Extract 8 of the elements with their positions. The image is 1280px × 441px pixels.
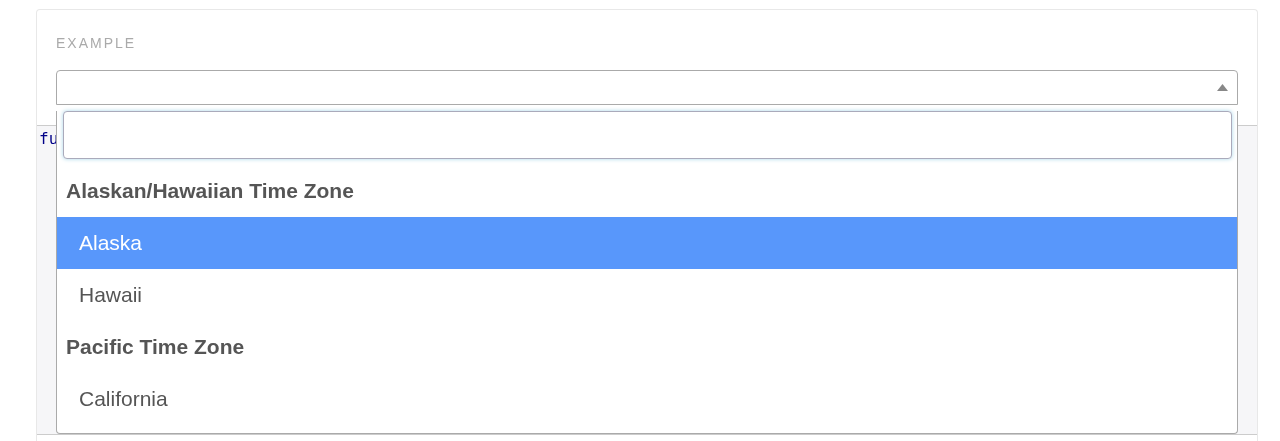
search-field[interactable]	[63, 111, 1232, 159]
dropdown-option[interactable]: California	[57, 373, 1237, 425]
section-label: EXAMPLE	[56, 35, 137, 51]
dropdown-option[interactable]: Hawaii	[57, 269, 1237, 321]
caret-icon	[1217, 84, 1228, 91]
option-group-label: Alaskan/Hawaiian Time Zone	[65, 178, 355, 204]
option-group-label: Pacific Time Zone	[65, 334, 246, 360]
select-box[interactable]	[56, 70, 1238, 105]
